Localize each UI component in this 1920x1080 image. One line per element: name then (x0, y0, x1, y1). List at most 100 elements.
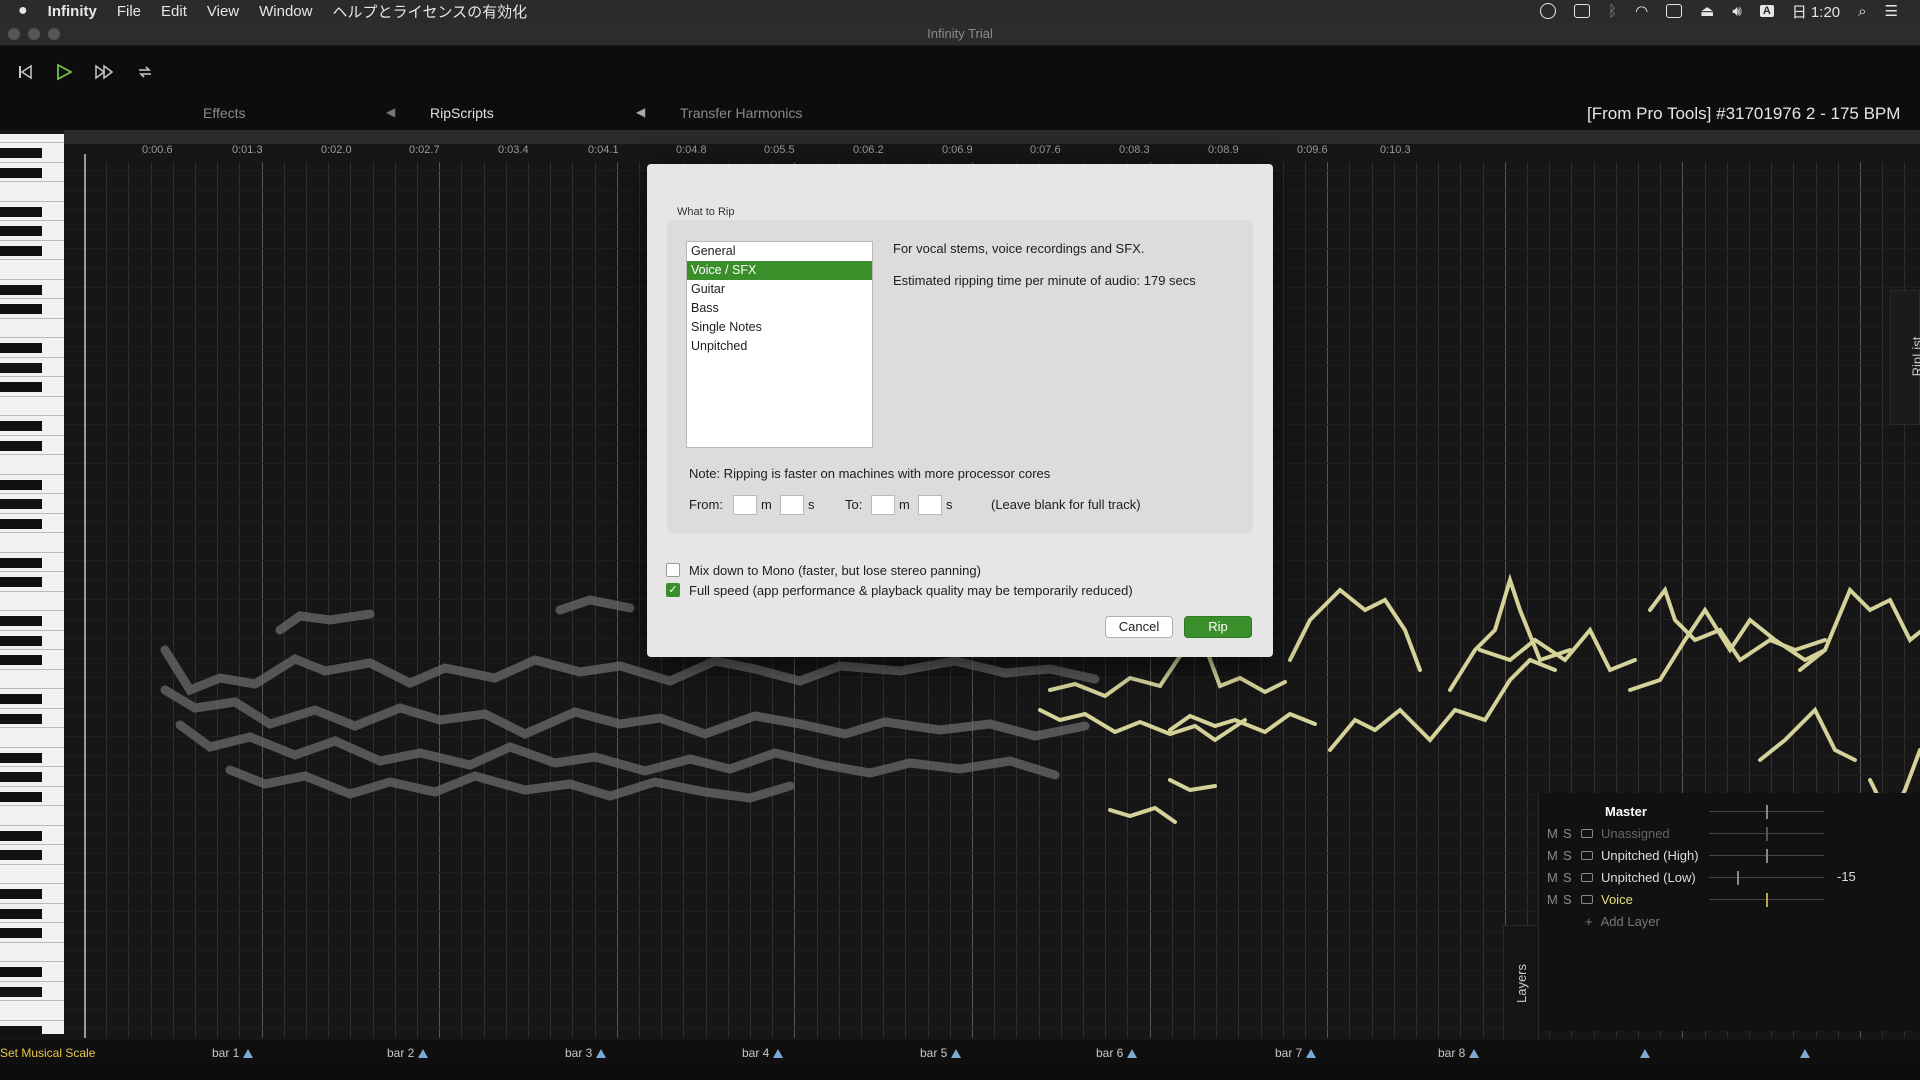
layer-volume-slider[interactable] (1709, 893, 1824, 907)
ripscripts-tab[interactable]: RipScripts (430, 105, 494, 121)
bar-marker[interactable]: bar 8 (1438, 1046, 1480, 1060)
bluetooth-icon[interactable]: ᛒ (1608, 3, 1617, 20)
status-icon-a[interactable] (1540, 3, 1557, 19)
layer-row[interactable]: MS Unpitched (High) (1547, 845, 1699, 865)
bar-label: bar 8 (1438, 1046, 1466, 1060)
airplay-icon[interactable] (1666, 4, 1683, 18)
menu-file[interactable]: File (117, 3, 141, 20)
lock-icon[interactable] (1581, 850, 1593, 860)
solo-button[interactable]: S (1563, 870, 1579, 885)
layers-tab-label: Layers (1514, 963, 1530, 1004)
bar-marker-icon (773, 1049, 784, 1058)
layer-volume-slider[interactable] (1709, 827, 1824, 841)
input-source-icon[interactable]: A (1759, 5, 1774, 17)
clock[interactable]: 日 1:20 (1792, 1, 1840, 22)
mix-mono-label[interactable]: Mix down to Mono (faster, but lose stere… (689, 563, 981, 578)
bar-marker[interactable]: bar 3 (565, 1046, 607, 1060)
to-minutes-input[interactable] (871, 495, 895, 515)
layer-row[interactable]: MS Unpitched (Low) (1547, 867, 1696, 887)
rip-option-voice-sfx[interactable]: Voice / SFX (687, 261, 872, 280)
wifi-icon[interactable]: ◠ (1635, 2, 1648, 20)
effects-tab[interactable]: Effects (203, 105, 246, 121)
layer-volume-slider[interactable] (1709, 871, 1824, 885)
slider-knob[interactable] (1766, 805, 1768, 819)
add-layer-button[interactable]: + Add Layer (1585, 911, 1660, 931)
bar-marker[interactable]: bar 2 (387, 1046, 429, 1060)
eject-icon[interactable]: ⏏ (1700, 2, 1714, 20)
layer-row[interactable]: MS Voice (1547, 889, 1633, 909)
full-speed-label[interactable]: Full speed (app performance & playback q… (689, 583, 1133, 598)
menu-app-name[interactable]: Infinity (48, 3, 97, 20)
spotlight-search-icon[interactable]: ⌕ (1858, 3, 1866, 20)
slider-knob[interactable] (1766, 893, 1768, 907)
from-label: From: (689, 497, 723, 512)
mute-button[interactable]: M (1547, 892, 1563, 907)
mute-button[interactable]: M (1547, 826, 1563, 841)
slider-knob[interactable] (1737, 871, 1739, 885)
riplist-tab[interactable]: RipList (1890, 290, 1920, 425)
bar-ruler[interactable]: Set Musical Scale bar 1 bar 2 bar 3 bar … (0, 1040, 1920, 1064)
to-seconds-input[interactable] (918, 495, 942, 515)
zoom-window-button[interactable] (48, 28, 60, 40)
from-seconds-input[interactable] (780, 495, 804, 515)
fast-forward-icon (95, 64, 114, 80)
rip-option-unpitched[interactable]: Unpitched (687, 337, 872, 356)
play-button[interactable] (50, 58, 78, 86)
loop-button[interactable] (131, 58, 159, 86)
full-speed-checkbox[interactable]: ✓ (666, 583, 680, 597)
bar-marker[interactable] (1636, 1046, 1650, 1060)
layer-name[interactable]: Unpitched (Low) (1601, 870, 1696, 885)
menu-edit[interactable]: Edit (161, 3, 187, 20)
ripscripts-eye-icon[interactable]: ◀ (386, 105, 395, 119)
slider-knob[interactable] (1766, 827, 1768, 841)
close-window-button[interactable] (8, 28, 20, 40)
slider-knob[interactable] (1766, 849, 1768, 863)
bar-marker[interactable]: bar 6 (1096, 1046, 1138, 1060)
bar-marker[interactable]: bar 7 (1275, 1046, 1317, 1060)
minimize-window-button[interactable] (28, 28, 40, 40)
solo-button[interactable]: S (1563, 892, 1579, 907)
master-volume-slider[interactable] (1709, 805, 1824, 819)
bar-marker[interactable]: bar 5 (920, 1046, 962, 1060)
layer-volume-slider[interactable] (1709, 849, 1824, 863)
bar-marker[interactable]: bar 1 (212, 1046, 254, 1060)
lock-icon[interactable] (1581, 872, 1593, 882)
rip-type-list[interactable]: General Voice / SFX Guitar Bass Single N… (686, 241, 873, 448)
bar-marker-icon (1469, 1049, 1480, 1058)
rip-option-single-notes[interactable]: Single Notes (687, 318, 872, 337)
cancel-button[interactable]: Cancel (1105, 616, 1173, 638)
rip-button[interactable]: Rip (1184, 616, 1252, 638)
rip-option-guitar[interactable]: Guitar (687, 280, 872, 299)
volume-icon[interactable]: 🔊︎ (1732, 3, 1741, 20)
rip-option-bass[interactable]: Bass (687, 299, 872, 318)
menu-view[interactable]: View (207, 3, 239, 20)
layer-row[interactable]: MS Unassigned (1547, 823, 1670, 843)
solo-button[interactable]: S (1563, 848, 1579, 863)
what-to-rip-heading: What to Rip (677, 206, 735, 218)
rip-estimate: Estimated ripping time per minute of aud… (893, 273, 1196, 288)
layer-name[interactable]: Unassigned (1601, 826, 1670, 841)
from-minutes-input[interactable] (733, 495, 757, 515)
solo-button[interactable]: S (1563, 826, 1579, 841)
mute-button[interactable]: M (1547, 870, 1563, 885)
mute-button[interactable]: M (1547, 848, 1563, 863)
layers-tab[interactable]: Layers (1503, 925, 1539, 1040)
bar-marker[interactable]: bar 4 (742, 1046, 784, 1060)
bar-marker[interactable] (1796, 1046, 1810, 1060)
lock-icon[interactable] (1581, 894, 1593, 904)
skip-back-button[interactable] (11, 58, 39, 86)
set-musical-scale-button[interactable]: Set Musical Scale (0, 1046, 95, 1060)
layer-name[interactable]: Voice (1601, 892, 1633, 907)
fast-forward-button[interactable] (90, 58, 118, 86)
mix-mono-checkbox[interactable] (666, 563, 680, 577)
lock-icon[interactable] (1581, 828, 1593, 838)
menu-window[interactable]: Window (259, 3, 312, 20)
screen-icon[interactable] (1574, 4, 1591, 18)
menu-help-license[interactable]: ヘルプとライセンスの有効化 (332, 1, 527, 22)
rip-option-general[interactable]: General (687, 242, 872, 261)
transfer-harmonics-tab[interactable]: Transfer Harmonics (680, 105, 802, 121)
control-center-icon[interactable]: ☰ (1885, 2, 1898, 20)
transfer-eye-icon[interactable]: ◀ (636, 105, 645, 119)
layer-name[interactable]: Unpitched (High) (1601, 848, 1699, 863)
apple-icon[interactable]: ● (18, 2, 28, 20)
